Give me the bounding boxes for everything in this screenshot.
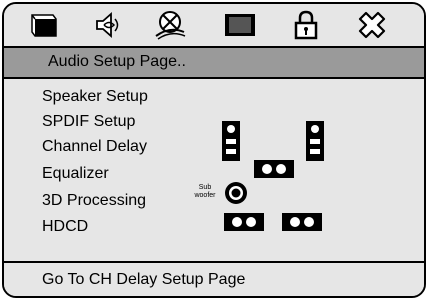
password-lock-icon[interactable]	[288, 8, 324, 42]
setup-tabs-bar	[4, 4, 424, 48]
front-right-speaker-icon	[306, 121, 324, 161]
center-speaker-icon	[254, 160, 294, 178]
menu-content: Speaker Setup SPDIF Setup Channel Delay …	[4, 81, 424, 260]
subwoofer-label: Sub woofer	[192, 184, 218, 200]
speaker-layout-diagram: Sub woofer	[184, 117, 344, 237]
subwoofer-speaker-icon	[225, 182, 247, 204]
status-bar: Go To CH Delay Setup Page	[4, 261, 424, 296]
status-hint-text: Go To CH Delay Setup Page	[42, 271, 246, 288]
page-title-bar: Audio Setup Page..	[4, 48, 424, 79]
audio-setup-icon[interactable]	[90, 8, 126, 42]
exit-icon[interactable]	[354, 8, 390, 42]
video-setup-icon[interactable]	[222, 8, 258, 42]
dolby-digital-icon[interactable]	[152, 8, 188, 42]
menu-item-3d-processing[interactable]: 3D Processing	[42, 192, 146, 210]
menu-item-speaker-setup[interactable]: Speaker Setup	[42, 88, 148, 106]
menu-item-hdcd[interactable]: HDCD	[42, 218, 88, 236]
setup-menu-panel: Audio Setup Page.. Speaker Setup SPDIF S…	[2, 2, 426, 298]
menu-item-channel-delay[interactable]: Channel Delay	[42, 138, 147, 156]
menu-item-equalizer[interactable]: Equalizer	[42, 165, 109, 183]
subwoofer-label-line2: woofer	[194, 192, 216, 199]
general-setup-icon[interactable]	[26, 8, 62, 42]
subwoofer-label-line1: Sub	[198, 184, 212, 191]
menu-item-spdif-setup[interactable]: SPDIF Setup	[42, 113, 135, 131]
front-left-speaker-icon	[222, 121, 240, 161]
rear-left-speaker-icon	[224, 213, 264, 231]
rear-right-speaker-icon	[282, 213, 322, 231]
page-title: Audio Setup Page..	[48, 53, 186, 70]
